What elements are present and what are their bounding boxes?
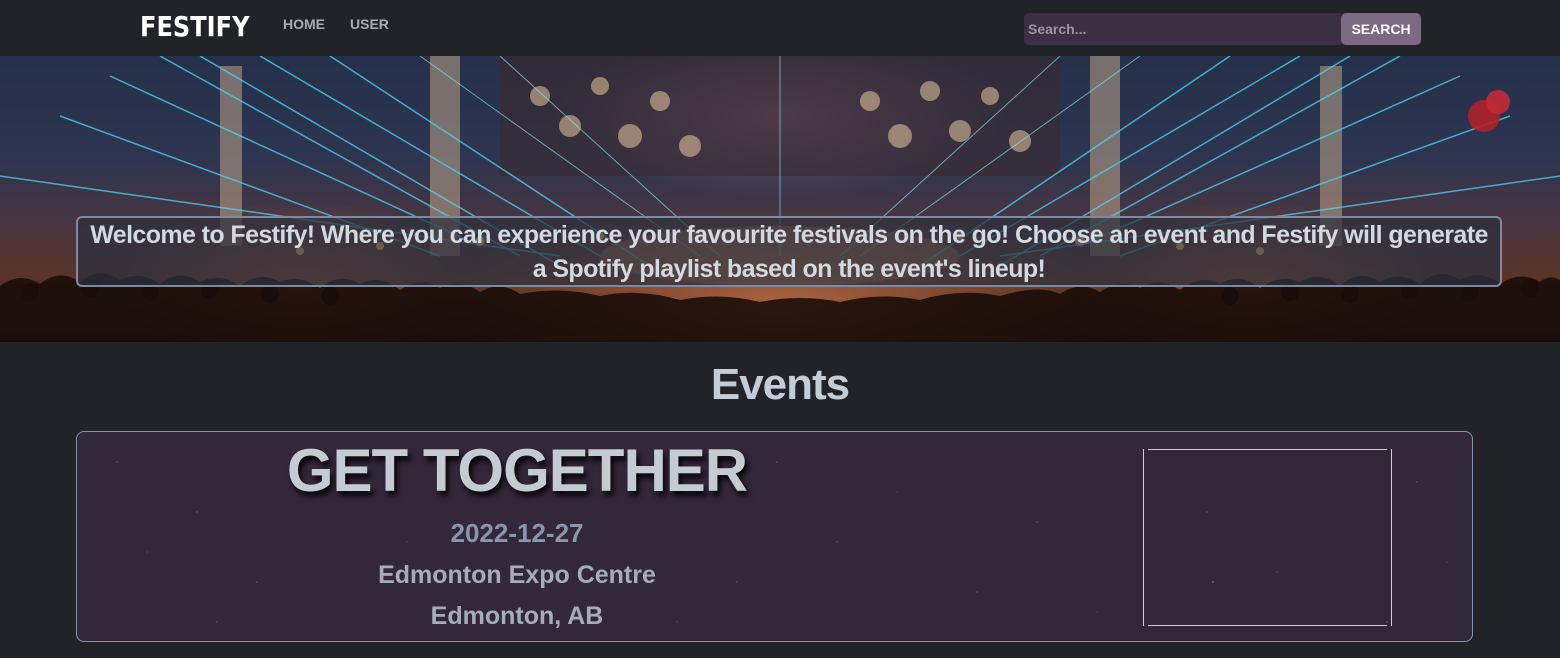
nav-link-home[interactable]: HOME [283,16,325,32]
navbar: FESTIFY HOME USER SEARCH [0,0,1560,56]
event-city: Edmonton, AB [430,602,604,630]
event-image [1143,449,1392,626]
welcome-banner: Welcome to Festify! Where you can experi… [76,216,1502,287]
search-input[interactable] [1024,13,1341,45]
concert-background-image [0,56,1560,342]
search-button[interactable]: SEARCH [1341,13,1421,45]
hero-banner: Welcome to Festify! Where you can experi… [0,56,1560,342]
event-venue: Edmonton Expo Centre [378,561,656,589]
nav-link-user[interactable]: USER [350,16,389,32]
brand-logo[interactable]: FESTIFY [140,10,250,43]
event-card[interactable]: GET TOGETHER 2022-12-27 Edmonton Expo Ce… [76,431,1473,642]
event-name: GET TOGETHER [286,437,748,504]
events-heading: Events [710,360,850,409]
welcome-text: Welcome to Festify! Where you can experi… [90,220,1488,283]
event-date: 2022-12-27 [450,518,584,548]
